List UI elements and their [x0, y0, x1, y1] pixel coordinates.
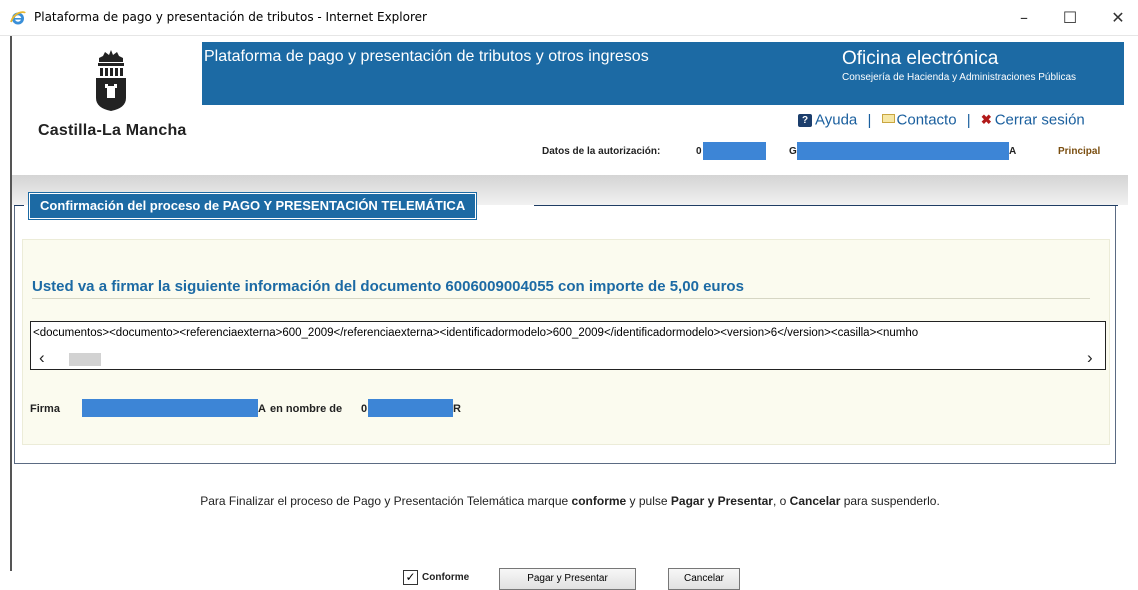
internet-explorer-icon	[10, 11, 26, 25]
link-separator: |	[966, 111, 971, 129]
signature-name-end: A	[258, 403, 266, 415]
redacted-block	[703, 142, 766, 160]
header-links: ? Ayuda | Contacto | ✖ Cerrar sesión	[798, 111, 1085, 129]
office-title: Oficina electrónica	[842, 48, 999, 69]
logout-icon: ✖	[980, 112, 992, 128]
close-window-button[interactable]: ✕	[1098, 6, 1138, 30]
minimize-button[interactable]: –	[1004, 6, 1044, 30]
conforme-checkbox[interactable]: ✓	[403, 570, 418, 585]
confirmation-panel: Usted va a firmar la siguiente informaci…	[22, 239, 1110, 445]
instructions-conforme: conforme	[571, 494, 627, 508]
auth-value: 0	[696, 146, 702, 157]
confirmation-legend: Confirmación del proceso de PAGO Y PRESE…	[27, 192, 478, 220]
cancel-button[interactable]: Cancelar	[668, 568, 740, 590]
document-heading: Usted va a firmar la siguiente informaci…	[32, 278, 744, 295]
xml-content: <documentos><documento><referenciaextern…	[33, 327, 919, 339]
conforme-label[interactable]: Conforme	[422, 572, 469, 583]
redacted-block	[82, 399, 258, 417]
window-titlebar: Plataforma de pago y presentación de tri…	[0, 0, 1138, 36]
signature-line: Firma	[30, 403, 60, 415]
help-link[interactable]: Ayuda	[815, 112, 857, 129]
page-content: Castilla-La Mancha Plataforma de pago y …	[10, 36, 1128, 590]
signature-label: Firma	[30, 403, 60, 415]
form-controls: ✓ Conforme Pagar y Presentar Cancelar	[12, 566, 1128, 590]
instructions-part: y pulse	[626, 494, 671, 508]
authorization-bar: Datos de la autorización: 0 G A Principa…	[12, 139, 1128, 169]
scroll-thumb[interactable]	[69, 353, 101, 366]
instructions-part: , o	[772, 494, 790, 508]
auth-name: G	[789, 146, 797, 157]
scroll-left-icon[interactable]: ‹	[39, 348, 45, 368]
logo-text: Castilla-La Mancha	[38, 122, 187, 139]
mail-icon	[881, 113, 895, 123]
office-subtitle: Consejería de Hacienda y Administracione…	[842, 72, 1077, 83]
signature-middle: en nombre de	[270, 403, 343, 415]
scroll-right-icon[interactable]: ›	[1087, 348, 1093, 368]
logout-link[interactable]: Cerrar sesión	[995, 112, 1085, 129]
pagar-presentar-button[interactable]: Pagar y Presentar	[499, 568, 636, 590]
maximize-button[interactable]: ☐	[1050, 6, 1090, 30]
instructions-cancelar: Cancelar	[789, 494, 841, 508]
horizontal-scrollbar[interactable]: ‹ ›	[31, 348, 1105, 369]
redacted-block	[368, 399, 453, 417]
banner-title: Plataforma de pago y presentación de tri…	[204, 48, 649, 65]
divider	[32, 298, 1090, 299]
fieldset-border	[14, 205, 24, 206]
xml-content-box[interactable]: <documentos><documento><referenciaextern…	[30, 321, 1106, 370]
contact-link[interactable]: Contacto	[897, 112, 957, 129]
redacted-block	[797, 142, 1009, 160]
signature-nif-end: R	[453, 403, 461, 415]
auth-role: Principal	[1058, 146, 1101, 157]
instructions-part: Para Finalizar el proceso de Pago y Pres…	[200, 494, 572, 508]
window-title: Plataforma de pago y presentación de tri…	[34, 10, 427, 24]
auth-label: Datos de la autorización:	[542, 146, 661, 157]
checkmark-icon: ✓	[405, 570, 416, 584]
help-icon: ?	[798, 113, 812, 127]
instructions-part: para suspenderlo.	[840, 494, 940, 508]
confirmation-fieldset: Confirmación del proceso de PAGO Y PRESE…	[14, 192, 1118, 464]
header-banner: Plataforma de pago y presentación de tri…	[202, 42, 1124, 105]
castilla-la-mancha-logo: Castilla-La Mancha	[26, 44, 196, 144]
link-separator: |	[867, 111, 872, 129]
fieldset-border	[534, 205, 1118, 206]
instructions-text: Para Finalizar el proceso de Pago y Pres…	[12, 494, 1128, 508]
signature-nif-start: 0	[361, 403, 368, 415]
instructions-pagar: Pagar y Presentar	[670, 494, 773, 508]
crest-icon	[96, 50, 126, 111]
auth-name-end: A	[1009, 146, 1017, 157]
